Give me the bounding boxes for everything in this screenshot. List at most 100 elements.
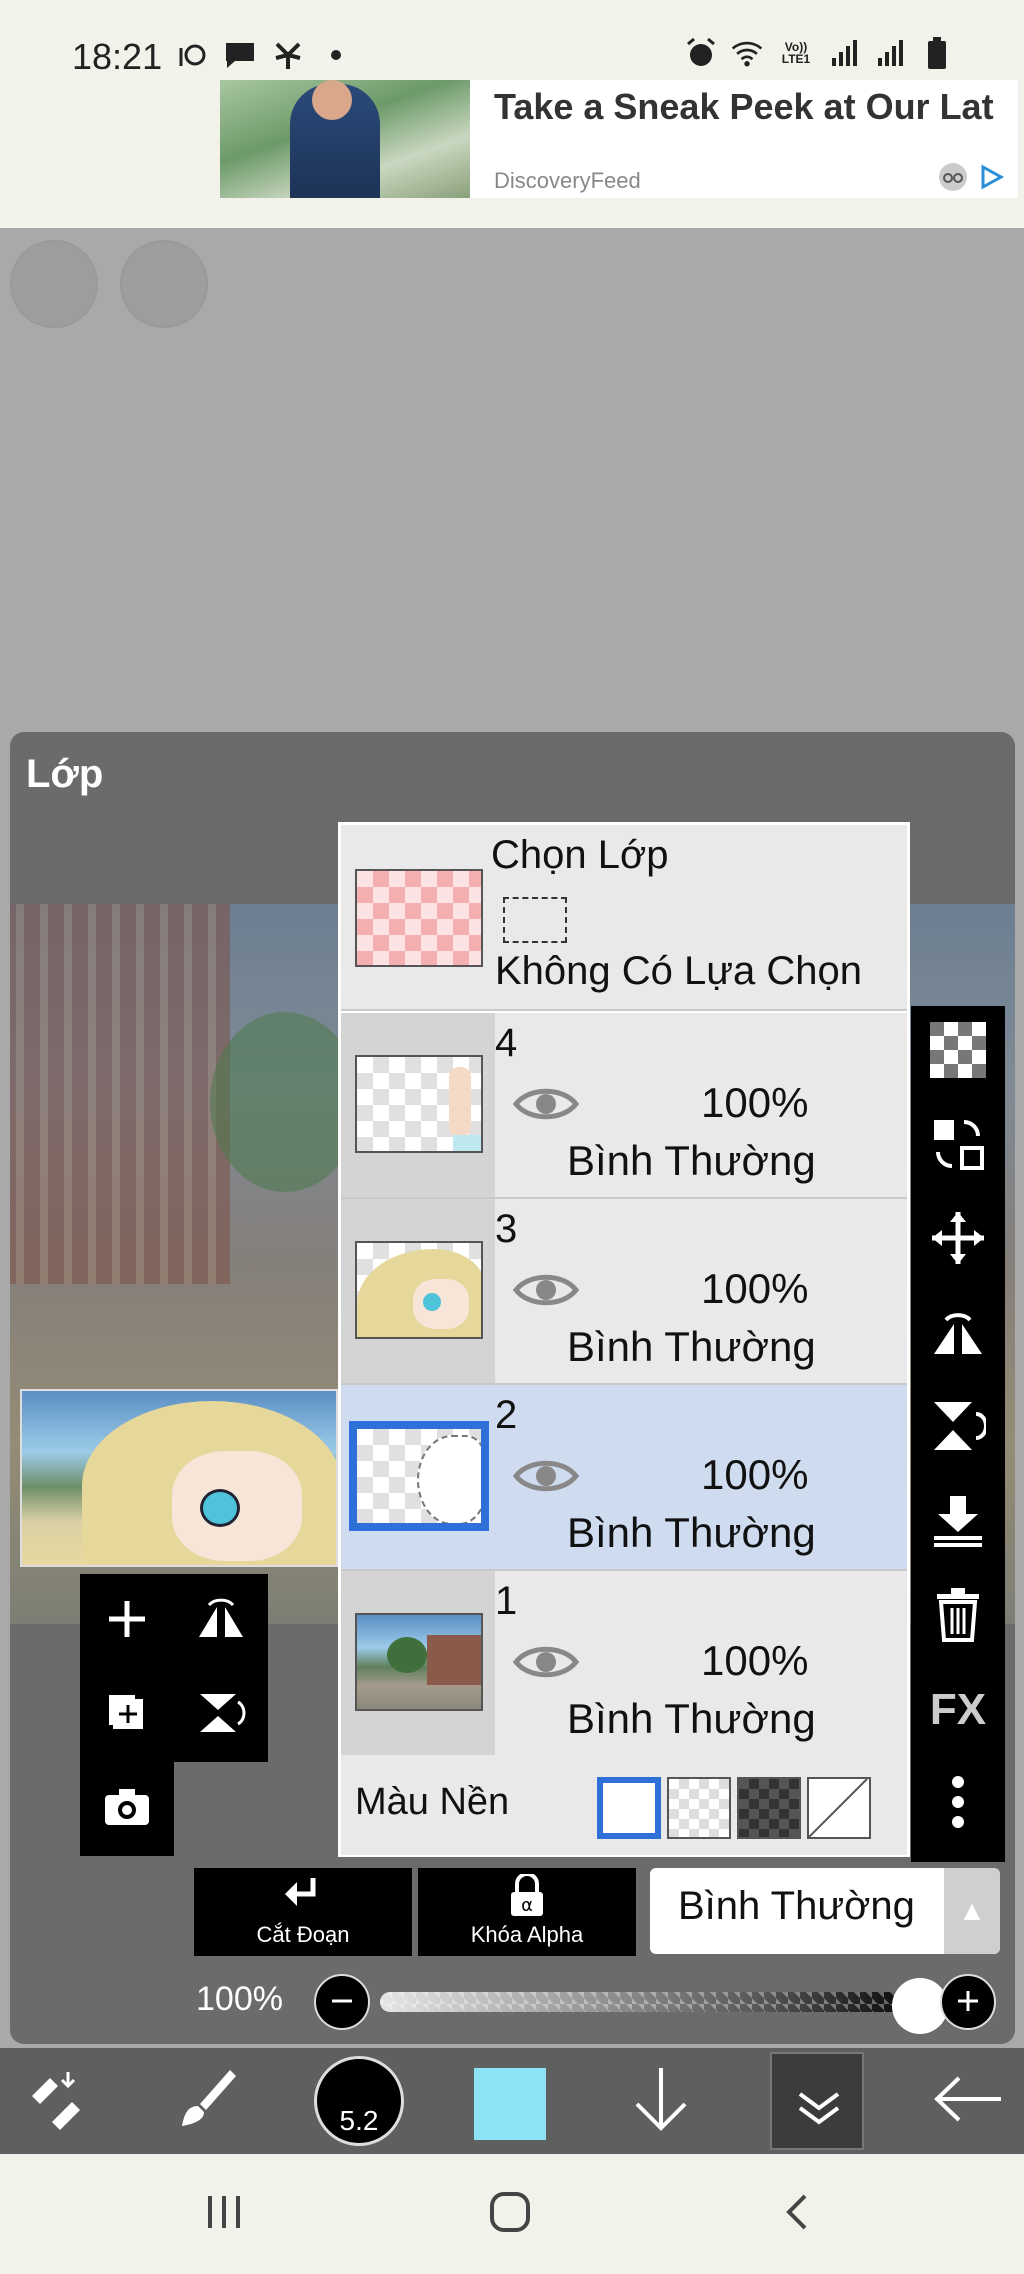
recent-apps-icon bbox=[204, 2192, 244, 2237]
alpha-lock-button[interactable]: α Khóa Alpha bbox=[418, 1868, 636, 1956]
layer-row-3[interactable]: 3 100% Bình Thường bbox=[341, 1199, 907, 1385]
opacity-label: 100% bbox=[196, 1980, 283, 2018]
ad-choices-glasses-icon[interactable] bbox=[938, 162, 968, 192]
delete-layer-button[interactable] bbox=[911, 1570, 1005, 1662]
color-picker-button[interactable] bbox=[474, 2068, 546, 2140]
bg-white-option[interactable] bbox=[597, 1777, 661, 1839]
canvas-preview[interactable] bbox=[20, 1389, 338, 1567]
opacity-increase-button[interactable] bbox=[940, 1974, 996, 2030]
layer-row-4[interactable]: 4 100% Bình Thường bbox=[341, 1013, 907, 1199]
flip-horizontal-icon bbox=[195, 1597, 247, 1646]
opacity-slider[interactable] bbox=[380, 1992, 928, 2012]
layer-thumb-area bbox=[341, 1199, 495, 1383]
layer-number: 4 bbox=[495, 1021, 518, 1065]
camera-button[interactable] bbox=[80, 1762, 174, 1856]
new-transparent-layer-button[interactable] bbox=[911, 1006, 1005, 1098]
background-color-row: Màu Nền bbox=[341, 1755, 907, 1855]
layer-panel: Lớp Chọn Lớp Không Có Lựa Chọn 4 100% Bì… bbox=[10, 732, 1015, 2044]
chevron-up-icon[interactable]: ▲ bbox=[944, 1868, 1000, 1954]
layer-down-button[interactable] bbox=[614, 2048, 708, 2154]
volte-icon: Vo)) LTE1 bbox=[781, 40, 811, 66]
alpha-lock-label: Khóa Alpha bbox=[470, 1922, 584, 1947]
layer-opacity: 100% bbox=[701, 1637, 809, 1684]
ad-title: Take a Sneak Peek at Our Latest Recommen… bbox=[494, 86, 994, 127]
status-bar: 18:21 Vo)) LTE1 Take a Sneak Peek at Our… bbox=[0, 0, 1024, 228]
home-icon bbox=[488, 2190, 532, 2239]
ad-icons bbox=[938, 162, 1006, 192]
system-nav-bar bbox=[0, 2154, 1024, 2274]
layer-row-2[interactable]: 2 100% Bình Thường bbox=[341, 1385, 907, 1571]
selection-layer-title: Chọn Lớp bbox=[491, 833, 669, 877]
camera-icon bbox=[103, 1787, 151, 1832]
layer-number: 1 bbox=[495, 1579, 518, 1623]
bg-transparent-option[interactable] bbox=[667, 1777, 731, 1839]
blend-mode-value: Bình Thường bbox=[678, 1884, 915, 1928]
layer-number: 3 bbox=[495, 1207, 518, 1251]
brush-tool-button[interactable] bbox=[158, 2048, 252, 2154]
layer-opacity: 100% bbox=[701, 1451, 809, 1498]
signal-icon bbox=[874, 36, 908, 70]
flip-horizontal-layer-button[interactable] bbox=[911, 1288, 1005, 1380]
visibility-eye-icon[interactable] bbox=[512, 1269, 580, 1311]
layer-blend-mode: Bình Thường bbox=[567, 1695, 816, 1742]
weather-icon bbox=[175, 38, 209, 72]
undo-button[interactable] bbox=[10, 240, 98, 328]
layer-opacity: 100% bbox=[701, 1265, 809, 1312]
selection-layer-thumbnail bbox=[355, 869, 483, 967]
merge-down-button[interactable] bbox=[911, 1476, 1005, 1568]
brush-icon bbox=[170, 2064, 240, 2139]
add-copy-icon bbox=[105, 1691, 149, 1740]
layer-thumb-area bbox=[341, 1385, 495, 1569]
bg-dark-checker-option[interactable] bbox=[737, 1777, 801, 1839]
fx-button[interactable]: FX bbox=[911, 1664, 1005, 1756]
visibility-eye-icon[interactable] bbox=[512, 1455, 580, 1497]
system-back-button[interactable] bbox=[756, 2176, 836, 2252]
bg-none-option[interactable] bbox=[807, 1777, 871, 1839]
ad-banner[interactable]: Take a Sneak Peek at Our Latest Recommen… bbox=[220, 80, 1018, 198]
tool-switch-button[interactable] bbox=[10, 2048, 104, 2154]
checker-icon bbox=[930, 1021, 986, 1083]
visibility-eye-icon[interactable] bbox=[512, 1641, 580, 1683]
background-label: Màu Nền bbox=[355, 1781, 510, 1823]
layer-row-1[interactable]: 1 100% Bình Thường bbox=[341, 1571, 907, 1757]
swap-layer-button[interactable] bbox=[911, 1100, 1005, 1192]
status-time: 18:21 bbox=[72, 36, 163, 77]
visibility-eye-icon[interactable] bbox=[512, 1083, 580, 1125]
redo-button[interactable] bbox=[120, 240, 208, 328]
alpha-lock-icon: α bbox=[418, 1872, 636, 1928]
dot-icon bbox=[319, 38, 353, 72]
clip-arrow-icon bbox=[194, 1874, 412, 1926]
collapse-panel-button[interactable] bbox=[770, 2052, 864, 2150]
home-button[interactable] bbox=[470, 2176, 550, 2252]
move-layer-button[interactable] bbox=[911, 1194, 1005, 1286]
flip-horizontal-button[interactable] bbox=[174, 1574, 268, 1668]
layer-opacity: 100% bbox=[701, 1079, 809, 1126]
flip-vertical-layer-button[interactable] bbox=[911, 1382, 1005, 1474]
ad-choices-icon[interactable] bbox=[976, 162, 1006, 192]
brush-size-button[interactable]: 5.2 bbox=[314, 2056, 404, 2146]
clipping-button[interactable]: Cắt Đoạn bbox=[194, 1868, 412, 1956]
more-options-button[interactable] bbox=[911, 1758, 1005, 1850]
arrow-down-icon bbox=[631, 2064, 691, 2139]
back-button[interactable] bbox=[920, 2048, 1014, 2154]
add-layer-copy-button[interactable] bbox=[80, 1668, 174, 1762]
add-layer-button[interactable] bbox=[80, 1574, 174, 1668]
pinwheel-icon bbox=[271, 38, 305, 72]
recent-apps-button[interactable] bbox=[184, 2176, 264, 2252]
layer-blend-mode: Bình Thường bbox=[567, 1509, 816, 1556]
flip-vertical-button[interactable] bbox=[174, 1668, 268, 1762]
plus-icon bbox=[955, 1981, 981, 2023]
opacity-decrease-button[interactable] bbox=[314, 1974, 370, 2030]
layer-thumbnail-4 bbox=[355, 1055, 483, 1153]
layer-list: Chọn Lớp Không Có Lựa Chọn 4 100% Bình T… bbox=[338, 822, 910, 1857]
blend-mode-select[interactable]: Bình Thường ▲ bbox=[650, 1868, 1000, 1954]
layer-blend-mode: Bình Thường bbox=[567, 1137, 816, 1184]
arrow-left-icon bbox=[931, 2074, 1003, 2129]
selection-layer-row[interactable]: Chọn Lớp Không Có Lựa Chọn bbox=[341, 825, 907, 1011]
battery-icon bbox=[920, 36, 954, 70]
message-icon bbox=[223, 38, 257, 72]
status-icons-left bbox=[175, 38, 353, 72]
clipping-label: Cắt Đoạn bbox=[256, 1922, 350, 1947]
merge-down-icon bbox=[930, 1492, 986, 1553]
minus-icon bbox=[329, 1981, 355, 2023]
